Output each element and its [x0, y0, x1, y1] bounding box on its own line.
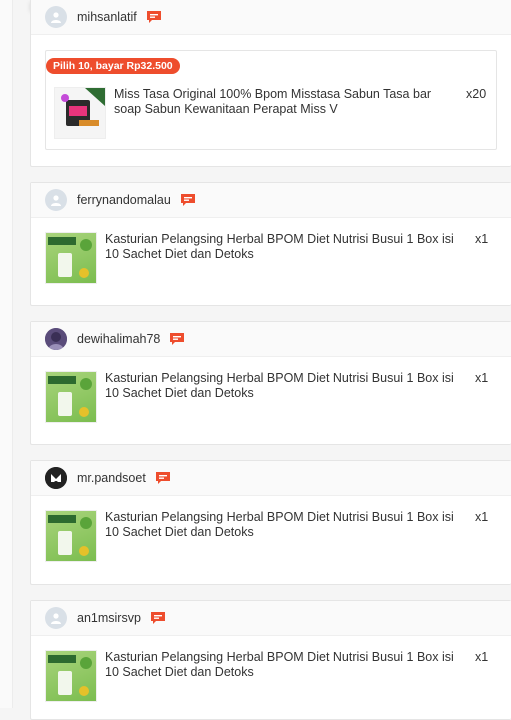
default-avatar-icon[interactable] [45, 607, 67, 629]
photo-avatar[interactable] [45, 467, 67, 489]
order-card: ferrynandomalau Kasturian Pelangsing Her… [30, 182, 511, 306]
default-avatar-icon[interactable] [45, 6, 67, 28]
product-thumbnail[interactable] [45, 650, 97, 702]
order-card-header: dewihalimah78 [31, 322, 511, 357]
order-card: mihsanlatif Pilih 10, bayar Rp32.500 Mis… [30, 0, 511, 167]
order-card-header: mr.pandsoet [31, 461, 511, 496]
product-name[interactable]: Kasturian Pelangsing Herbal BPOM Diet Nu… [105, 232, 475, 262]
order-card: dewihalimah78 Kasturian Pelangsing Herba… [30, 321, 511, 445]
product-quantity: x1 [475, 650, 489, 664]
product-quantity: x1 [475, 232, 489, 246]
chat-icon[interactable] [150, 611, 166, 625]
chat-icon[interactable] [155, 471, 171, 485]
product-quantity: x20 [466, 87, 487, 101]
product-name[interactable]: Kasturian Pelangsing Herbal BPOM Diet Nu… [105, 371, 475, 401]
product-quantity: x1 [475, 371, 489, 385]
chat-icon[interactable] [180, 193, 196, 207]
order-card-header: an1msirsvp [31, 601, 511, 636]
order-card-header: mihsanlatif [31, 0, 511, 35]
product-thumbnail[interactable] [45, 371, 97, 423]
buyer-username[interactable]: ferrynandomalau [77, 193, 171, 207]
buyer-username[interactable]: an1msirsvp [77, 611, 141, 625]
buyer-username[interactable]: mr.pandsoet [77, 471, 146, 485]
order-card: an1msirsvp Kasturian Pelangsing Herbal B… [30, 600, 511, 720]
product-name[interactable]: Kasturian Pelangsing Herbal BPOM Diet Nu… [105, 510, 475, 540]
product-thumbnail[interactable] [54, 87, 106, 139]
order-card-header: ferrynandomalau [31, 183, 511, 218]
product-thumbnail[interactable] [45, 232, 97, 284]
product-quantity: x1 [475, 510, 489, 524]
promo-badge: Pilih 10, bayar Rp32.500 [46, 58, 180, 74]
order-card: mr.pandsoet Kasturian Pelangsing Herbal … [30, 460, 511, 585]
left-rail [0, 0, 13, 708]
buyer-username[interactable]: dewihalimah78 [77, 332, 160, 346]
product-name[interactable]: Kasturian Pelangsing Herbal BPOM Diet Nu… [105, 650, 475, 680]
promo-bundle-box: Pilih 10, bayar Rp32.500 Miss Tasa Origi… [45, 50, 497, 150]
default-avatar-icon[interactable] [45, 189, 67, 211]
chat-icon[interactable] [146, 10, 162, 24]
chat-icon[interactable] [169, 332, 185, 346]
buyer-username[interactable]: mihsanlatif [77, 10, 137, 24]
product-thumbnail[interactable] [45, 510, 97, 562]
product-name[interactable]: Miss Tasa Original 100% Bpom Misstasa Sa… [114, 87, 466, 117]
photo-avatar[interactable] [45, 328, 67, 350]
